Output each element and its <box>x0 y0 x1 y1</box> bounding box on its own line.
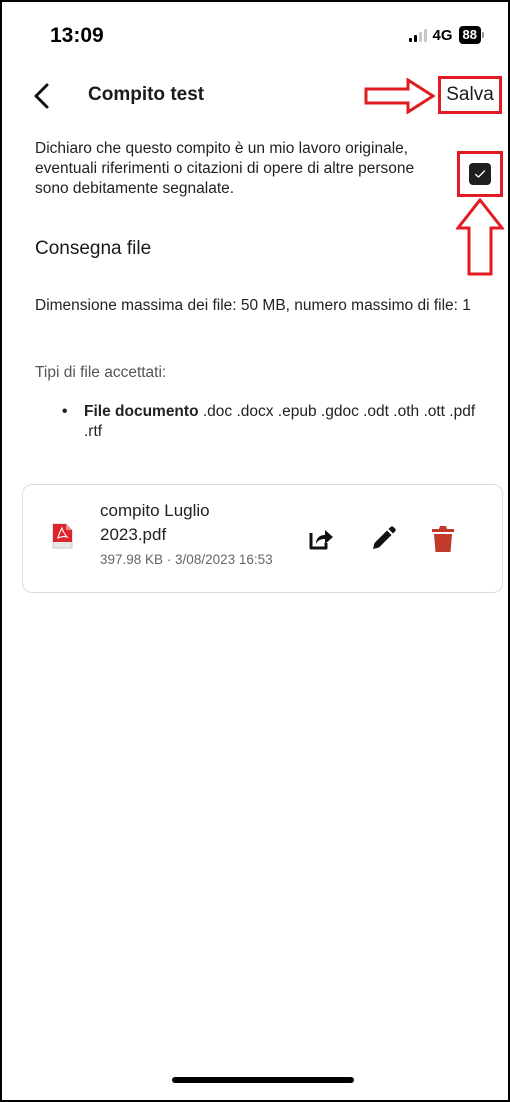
uploaded-file-card[interactable]: compito Luglio 2023.pdf 397.98 KB · 3/08… <box>22 484 503 593</box>
pencil-icon <box>373 526 396 549</box>
originality-declaration: Dichiaro che questo compito è un mio lav… <box>35 140 415 197</box>
delete-button[interactable] <box>429 525 457 553</box>
list-item: File documento .doc .docx .epub .gdoc .o… <box>62 402 482 442</box>
status-indicators: 4G 88 <box>408 26 484 44</box>
pdf-file-icon <box>52 523 73 549</box>
file-limits: Dimensione massima dei file: 50 MB, nume… <box>35 297 471 314</box>
status-time: 13:09 <box>50 24 104 47</box>
status-bar: 13:09 4G 88 <box>2 2 508 72</box>
network-type: 4G <box>432 26 453 44</box>
accepted-types-label: Tipi di file accettati: <box>35 364 167 381</box>
signal-icon <box>408 28 427 42</box>
back-button[interactable] <box>30 82 54 110</box>
battery-icon: 88 <box>458 26 484 44</box>
file-type-label: File documento <box>84 403 199 420</box>
share-button[interactable] <box>307 525 335 553</box>
declaration-checkbox[interactable] <box>469 163 491 185</box>
section-title: Consegna file <box>35 238 152 259</box>
phone-screen: 13:09 4G 88 Compito test Salva Dichiaro … <box>0 0 510 1102</box>
annotation-arrow-right-icon <box>364 78 436 114</box>
annotation-arrow-up-icon <box>456 198 504 276</box>
annotation-highlight-box <box>457 151 503 197</box>
edit-button[interactable] <box>369 525 397 553</box>
file-name: compito Luglio 2023.pdf <box>100 501 210 544</box>
accepted-types-list: • File documento .doc .docx .epub .gdoc … <box>62 402 482 442</box>
save-button[interactable]: Salva <box>438 76 502 114</box>
page-title: Compito test <box>88 84 205 105</box>
share-icon <box>309 530 333 550</box>
trash-icon <box>432 526 454 552</box>
chevron-left-icon <box>34 83 49 109</box>
header: Compito test Salva <box>2 72 508 122</box>
battery-level: 88 <box>458 26 481 44</box>
file-meta: 397.98 KB · 3/08/2023 16:53 <box>100 552 273 567</box>
checkmark-icon <box>474 170 486 178</box>
home-indicator <box>172 1077 354 1083</box>
